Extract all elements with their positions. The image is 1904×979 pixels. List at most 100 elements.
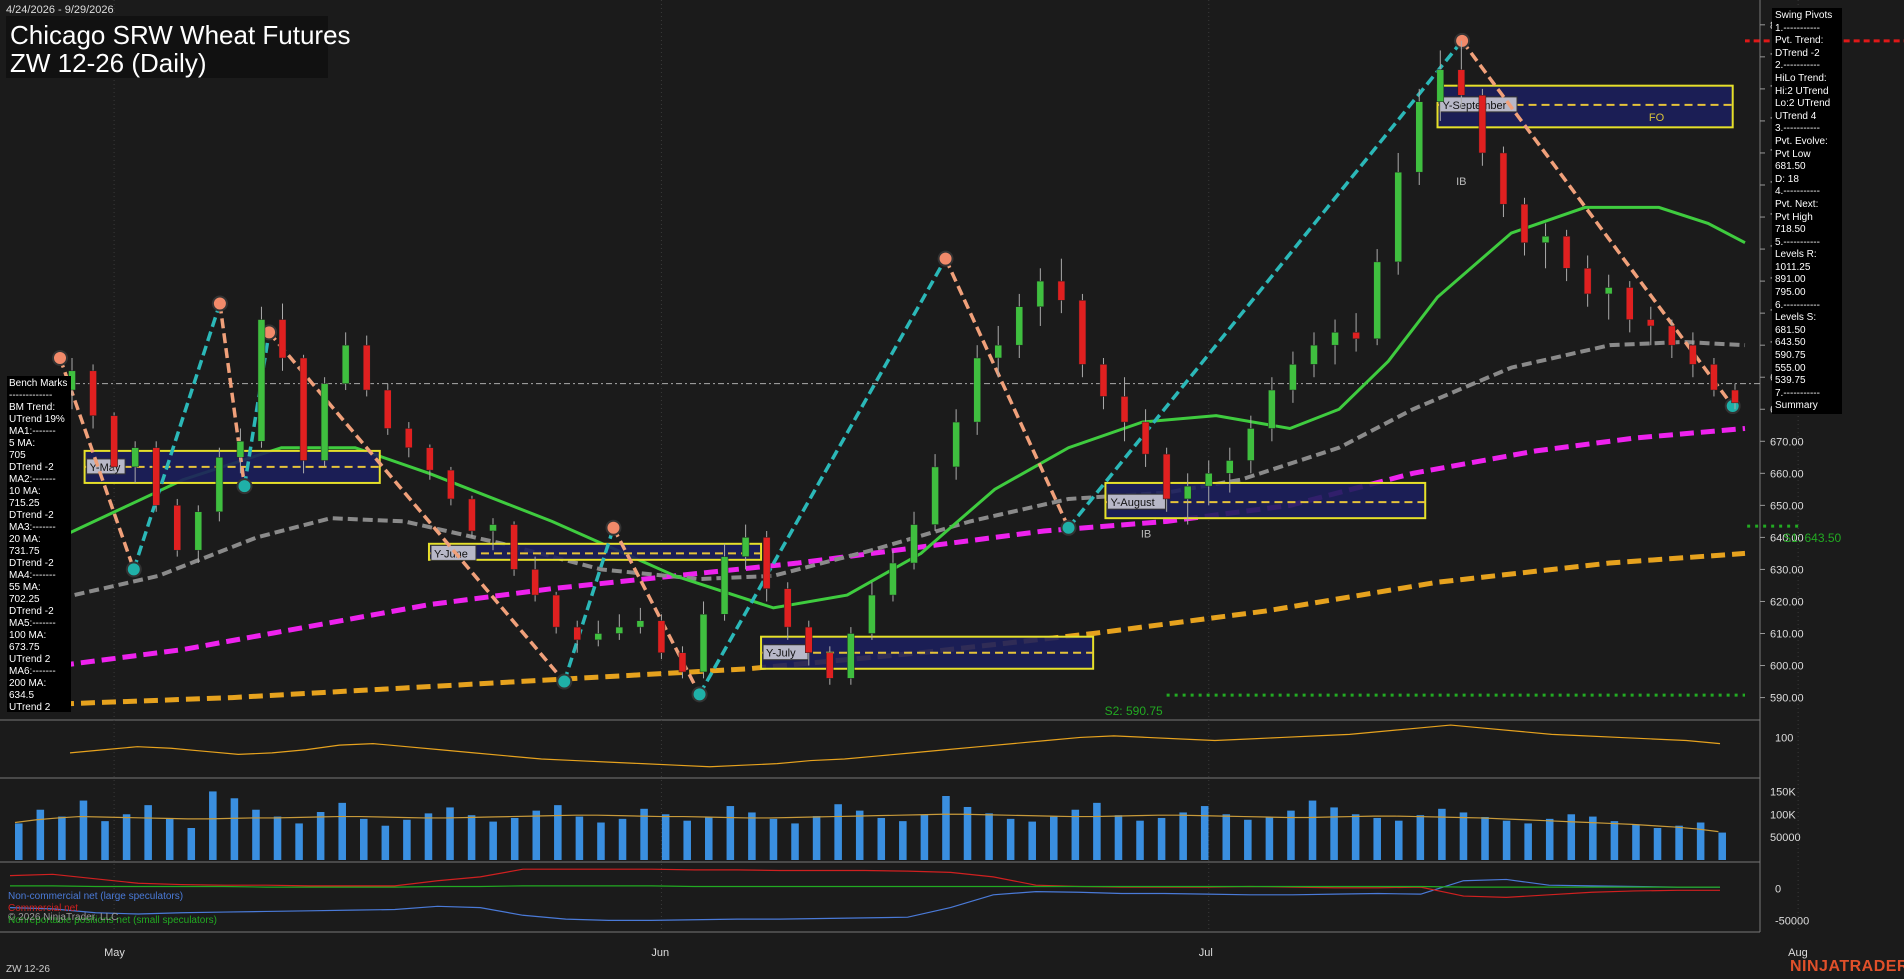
volume-bar	[532, 810, 541, 860]
volume-bar	[812, 816, 821, 860]
candle-up	[194, 511, 203, 551]
volume-bar	[1545, 818, 1554, 860]
pivot-line: 5.-----------	[1775, 236, 1820, 248]
volume-bar	[187, 828, 196, 860]
price-chart[interactable]: 590.00600.00610.00620.00630.00640.00650.…	[0, 0, 1904, 979]
pivot-line: 1011.25	[1775, 261, 1811, 273]
candle-up	[341, 344, 350, 384]
candle-up	[1247, 428, 1255, 461]
volume-bar	[15, 823, 23, 860]
candle-down	[1457, 69, 1466, 96]
pivot-line: 643.50	[1775, 337, 1806, 349]
candle-up	[594, 633, 603, 641]
volume-bar	[403, 819, 411, 860]
volume-bar	[467, 815, 476, 860]
candle-down	[783, 588, 792, 628]
bench-line: 705	[9, 450, 26, 461]
bench-line: UTrend 2	[9, 702, 51, 712]
candle-down	[173, 505, 182, 551]
candle-up	[215, 457, 224, 513]
volume-bar	[360, 818, 368, 860]
volume-bar	[122, 814, 131, 860]
candle-up	[1331, 332, 1339, 346]
volume-bar	[58, 816, 66, 860]
candle-down	[1583, 268, 1592, 295]
volume-bar	[1459, 812, 1468, 860]
volume-bar	[985, 813, 993, 860]
volume-bar	[726, 806, 735, 860]
candle-down	[278, 319, 287, 359]
bench-line: UTrend 2	[9, 654, 51, 665]
pivot-line: SP's: 106	[1775, 413, 1839, 414]
volume-bar	[1006, 818, 1015, 860]
volume-bar	[424, 813, 433, 860]
candle-up	[257, 319, 266, 442]
pivot-line: Lo:2 UTrend	[1775, 98, 1831, 110]
volume-bar	[661, 814, 670, 860]
volume-bar	[338, 802, 346, 860]
swing-low-marker	[691, 686, 708, 703]
candle-down	[1710, 364, 1718, 391]
volume-tick-label: 100K	[1770, 809, 1796, 821]
x-tick-label: Jul	[1199, 947, 1213, 959]
candle-up	[1415, 101, 1423, 173]
yearly-box-label: Y-June	[434, 548, 468, 560]
pivot-line: Pvt High	[1775, 211, 1813, 223]
y-tick-label: 620.00	[1770, 596, 1804, 608]
candle-up	[615, 626, 624, 634]
y-tick-label: 630.00	[1770, 564, 1804, 576]
volume-bar	[705, 817, 713, 860]
volume-bar	[683, 820, 691, 860]
candle-up	[931, 466, 939, 525]
volume-bar	[920, 814, 929, 860]
ib-label: IB	[1456, 176, 1466, 188]
volume-tick-label: 50000	[1770, 832, 1801, 844]
candle-down	[678, 652, 687, 673]
pivot-line: Hi:2 UTrend	[1775, 85, 1829, 97]
candle-down	[362, 344, 371, 391]
volume-bar	[575, 816, 584, 860]
pivot-line: 891.00	[1775, 274, 1806, 286]
swing-high-marker	[605, 519, 622, 536]
pivot-line: 718.50	[1775, 224, 1806, 236]
pivot-line: HiLo Trend:	[1775, 72, 1827, 84]
bench-line: 634.5	[9, 690, 35, 701]
volume-bar	[554, 805, 562, 860]
candle-down	[573, 626, 581, 641]
candle-up	[489, 524, 497, 532]
bench-line: MA6:-------	[9, 666, 56, 677]
volume-bar	[1157, 817, 1166, 860]
volume-bar	[295, 823, 303, 860]
y-tick-label: 610.00	[1770, 629, 1804, 641]
bench-line: UTrend 19%	[9, 414, 65, 425]
candle-down	[1731, 389, 1739, 404]
candle-up	[1289, 364, 1297, 391]
volume-bar	[1502, 820, 1511, 860]
pivot-line: UTrend 4	[1775, 110, 1817, 122]
yearly-box-label: Y-September	[1443, 100, 1507, 112]
candle-up	[973, 357, 981, 423]
candle-down	[1668, 325, 1676, 346]
candle-down	[552, 594, 560, 628]
candle-down	[1078, 300, 1087, 365]
pivot-line: Summary	[1775, 400, 1818, 412]
volume-bar	[1416, 815, 1425, 860]
candle-up	[868, 594, 876, 634]
candle-up	[1183, 485, 1192, 500]
candle-down	[510, 524, 518, 570]
chart-subtitle: ZW 12-26 (Daily)	[10, 48, 207, 78]
s1-label: S1: 643.50	[1783, 531, 1841, 545]
candle-up	[720, 556, 729, 615]
candle-down	[1689, 344, 1697, 365]
volume-bar	[1610, 821, 1619, 860]
bench-line: MA2:-------	[9, 474, 56, 485]
candle-down	[384, 389, 392, 429]
candle-up	[320, 383, 329, 461]
s2-label: S2: 590.75	[1105, 704, 1163, 718]
pivot-line: Swing Pivots	[1775, 10, 1833, 21]
candle-down	[1352, 332, 1360, 340]
bench-line: 20 MA:	[9, 534, 41, 545]
candle-down	[299, 357, 308, 461]
volume-bar	[769, 818, 778, 860]
volume-bar	[1222, 814, 1231, 860]
